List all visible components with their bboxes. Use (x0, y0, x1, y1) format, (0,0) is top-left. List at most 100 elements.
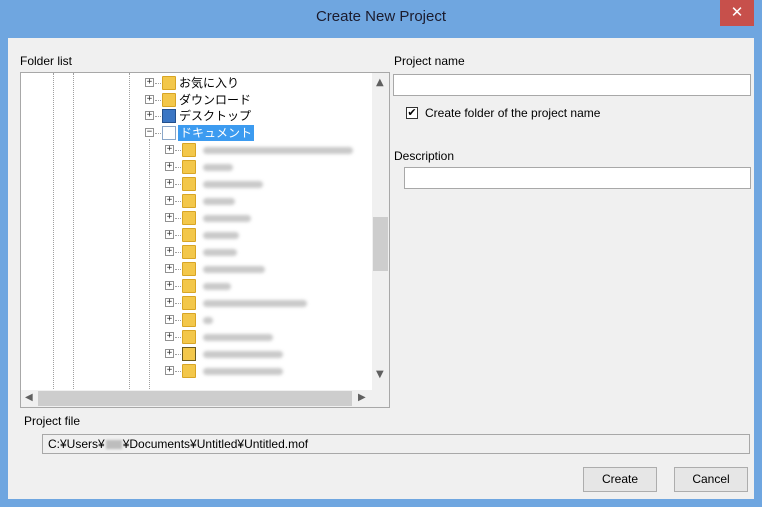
description-input[interactable] (404, 167, 751, 189)
tree-connector (175, 320, 181, 321)
folder-icon (182, 279, 196, 293)
tree-node-child[interactable]: + (21, 312, 361, 329)
folder-icon (182, 211, 196, 225)
dialog-window: Create New Project ✕ Folder list + お気に入り… (0, 0, 762, 507)
expand-icon[interactable]: + (145, 78, 154, 87)
expand-icon[interactable]: + (165, 298, 174, 307)
vertical-scrollbar[interactable]: ▲ ▼ (372, 73, 389, 391)
close-button[interactable]: ✕ (720, 0, 754, 26)
tree-connector (155, 83, 161, 84)
scroll-up-icon[interactable]: ▲ (376, 77, 384, 88)
tree-connector (155, 133, 161, 134)
tree-node-child[interactable]: + (21, 142, 361, 159)
expand-icon[interactable]: + (165, 366, 174, 375)
redacted-folder-name (203, 283, 231, 290)
folder-icon (182, 262, 196, 276)
folder-icon (182, 228, 196, 242)
tree-connector (175, 286, 181, 287)
redacted-folder-name (203, 334, 273, 341)
tree-node-child[interactable]: + (21, 261, 361, 278)
folder-icon (182, 177, 196, 191)
checkmark-icon: ✔ (407, 106, 417, 119)
tree-connector (175, 337, 181, 338)
title-bar[interactable]: Create New Project ✕ (0, 0, 762, 38)
horizontal-scrollbar[interactable]: ◀ ▶ (21, 390, 389, 407)
tree-node-label: デスクトップ (179, 109, 252, 123)
documents-folder-icon (162, 126, 176, 140)
tree-node-documents[interactable]: − ドキュメント (21, 125, 361, 142)
redacted-folder-name (203, 181, 263, 188)
vertical-scroll-thumb[interactable] (373, 217, 388, 271)
scroll-left-icon[interactable]: ◀ (25, 392, 33, 403)
tree-node-child[interactable]: + (21, 210, 361, 227)
tree-node-child[interactable]: + (21, 159, 361, 176)
tree-node-child[interactable]: + (21, 227, 361, 244)
window-title: Create New Project (315, 8, 447, 25)
desktop-folder-icon (162, 109, 176, 123)
tree-node-downloads[interactable]: + ダウンロード (21, 92, 361, 109)
redacted-folder-name (203, 232, 239, 239)
redacted-folder-name (203, 266, 265, 273)
tree-connector (175, 235, 181, 236)
project-name-input[interactable] (393, 74, 751, 96)
tree-connector (175, 201, 181, 202)
create-folder-label[interactable]: Create folder of the project name (425, 106, 600, 120)
folder-icon (182, 313, 196, 327)
expand-icon[interactable]: + (165, 213, 174, 222)
tree-node-child[interactable]: + (21, 346, 361, 363)
tree-node-child[interactable]: + (21, 244, 361, 261)
scroll-right-icon[interactable]: ▶ (358, 392, 366, 403)
tree-node-child[interactable]: + (21, 176, 361, 193)
close-icon: ✕ (730, 3, 744, 21)
collapse-icon[interactable]: − (145, 128, 154, 137)
download-folder-icon (162, 93, 176, 107)
tree-node-child[interactable]: + (21, 363, 361, 380)
folder-icon (182, 194, 196, 208)
redacted-folder-name (203, 249, 237, 256)
description-label: Description (394, 149, 455, 163)
project-name-label: Project name (394, 54, 465, 68)
tree-node-label: ダウンロード (179, 93, 252, 107)
tree-connector (175, 252, 181, 253)
project-file-label: Project file (24, 414, 81, 428)
tree-node-desktop[interactable]: + デスクトップ (21, 108, 361, 125)
path-suffix: ¥Documents¥Untitled¥Untitled.mof (122, 437, 309, 451)
tree-connector (175, 184, 181, 185)
redacted-folder-name (203, 317, 213, 324)
tree-connector (175, 167, 181, 168)
dialog-body: Folder list + お気に入り + ダウンロード + デスクトップ − … (8, 38, 754, 499)
tree-node-child[interactable]: + (21, 329, 361, 346)
expand-icon[interactable]: + (165, 179, 174, 188)
create-button[interactable]: Create (583, 467, 657, 492)
path-prefix: C:¥Users¥ (48, 437, 105, 451)
create-folder-checkbox[interactable]: ✔ (406, 107, 418, 119)
folder-tree[interactable]: + お気に入り + ダウンロード + デスクトップ − ドキュメント + + +… (20, 72, 390, 408)
folder-icon (182, 364, 196, 378)
tree-node-child[interactable]: + (21, 278, 361, 295)
expand-icon[interactable]: + (165, 247, 174, 256)
expand-icon[interactable]: + (165, 281, 174, 290)
expand-icon[interactable]: + (145, 95, 154, 104)
expand-icon[interactable]: + (165, 315, 174, 324)
scroll-down-icon[interactable]: ▼ (376, 369, 384, 380)
redacted-folder-name (203, 164, 233, 171)
expand-icon[interactable]: + (165, 349, 174, 358)
cancel-button[interactable]: Cancel (674, 467, 748, 492)
expand-icon[interactable]: + (145, 111, 154, 120)
expand-icon[interactable]: + (165, 230, 174, 239)
expand-icon[interactable]: + (165, 196, 174, 205)
tree-connector (175, 150, 181, 151)
expand-icon[interactable]: + (165, 145, 174, 154)
horizontal-scroll-thumb[interactable] (38, 391, 352, 406)
tree-node-favorites[interactable]: + お気に入り (21, 75, 361, 92)
redacted-folder-name (203, 198, 235, 205)
expand-icon[interactable]: + (165, 332, 174, 341)
tree-connector (175, 303, 181, 304)
redacted-folder-name (203, 351, 283, 358)
expand-icon[interactable]: + (165, 162, 174, 171)
tree-node-child[interactable]: + (21, 193, 361, 210)
redacted-folder-name (203, 215, 251, 222)
tree-node-child[interactable]: + (21, 295, 361, 312)
folder-icon (182, 330, 196, 344)
expand-icon[interactable]: + (165, 264, 174, 273)
